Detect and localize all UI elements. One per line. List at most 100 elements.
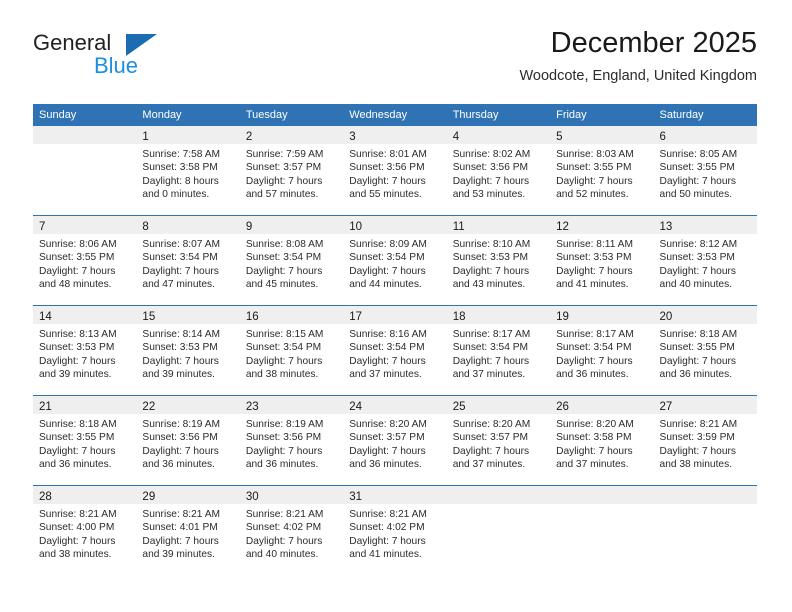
daylight-text-cont: and 37 minutes. bbox=[349, 369, 422, 381]
day-number-band: 10 bbox=[343, 216, 447, 234]
title-block: December 2025 Woodcote, England, United … bbox=[519, 26, 757, 86]
calendar-day-cell[interactable]: 24 Sunrise: 8:20 AM Sunset: 3:57 PM Dayligh… bbox=[343, 395, 447, 486]
day-details bbox=[447, 504, 550, 508]
daylight-text: Daylight: 7 hours bbox=[659, 355, 736, 367]
day-number: 17 bbox=[349, 311, 363, 323]
calendar-day-cell[interactable]: 28 Sunrise: 8:21 AM Sunset: 4:00 PM Dayligh… bbox=[33, 485, 137, 576]
daylight-text-cont: and 36 minutes. bbox=[245, 459, 319, 471]
sunrise-text: Sunrise: 8:01 AM bbox=[349, 149, 427, 160]
day-details: Sunrise: 8:21 AM Sunset: 4:01 PM Daylight:… bbox=[136, 504, 239, 562]
day-details: Sunrise: 8:14 AM Sunset: 3:53 PM Daylight:… bbox=[136, 324, 239, 382]
daylight-text: Daylight: 7 hours bbox=[39, 535, 116, 547]
calendar-day-cell[interactable]: 6 Sunrise: 8:05 AM Sunset: 3:55 PM Daylight… bbox=[653, 125, 757, 216]
calendar-day-cell[interactable]: 27 Sunrise: 8:21 AM Sunset: 3:59 PM Dayligh… bbox=[653, 395, 757, 486]
calendar-day-cell[interactable]: 3 Sunrise: 8:01 AM Sunset: 3:56 PM Daylight… bbox=[343, 125, 447, 216]
calendar-day-cell[interactable]: 9 Sunrise: 8:08 AM Sunset: 3:54 PM Daylight… bbox=[239, 215, 344, 306]
day-number: 9 bbox=[245, 221, 253, 233]
day-details: Sunrise: 8:19 AM Sunset: 3:56 PM Daylight:… bbox=[240, 414, 343, 472]
sunrise-text: Sunrise: 8:18 AM bbox=[659, 329, 738, 340]
brand-logo[interactable]: General Blue bbox=[33, 30, 213, 90]
day-details: Sunrise: 8:12 AM Sunset: 3:53 PM Daylight:… bbox=[654, 234, 757, 292]
sunset-text: Sunset: 3:53 PM bbox=[39, 342, 115, 354]
sunrise-text: Sunrise: 8:14 AM bbox=[142, 329, 221, 340]
calendar-day-cell[interactable]: 26 Sunrise: 8:20 AM Sunset: 3:58 PM Dayligh… bbox=[550, 395, 654, 486]
calendar-day-cell[interactable]: 17 Sunrise: 8:16 AM Sunset: 3:54 PM Dayligh… bbox=[343, 305, 447, 396]
day-number: 21 bbox=[39, 401, 52, 413]
day-details bbox=[550, 504, 653, 508]
sunrise-text: Sunrise: 8:19 AM bbox=[245, 419, 324, 430]
sunset-text: Sunset: 3:55 PM bbox=[556, 162, 632, 174]
day-number-band: 30 bbox=[239, 486, 344, 504]
calendar-body: 1 Sunrise: 7:58 AM Sunset: 3:58 PM Daylight… bbox=[33, 125, 757, 576]
daylight-text: Daylight: 7 hours bbox=[556, 175, 633, 187]
calendar-day-cell[interactable]: 18 Sunrise: 8:17 AM Sunset: 3:54 PM Dayligh… bbox=[446, 305, 551, 396]
calendar-day-cell[interactable]: 5 Sunrise: 8:03 AM Sunset: 3:55 PM Daylight… bbox=[550, 125, 654, 216]
day-number: 8 bbox=[142, 221, 149, 233]
daylight-text: Daylight: 7 hours bbox=[556, 265, 633, 277]
day-number: 19 bbox=[556, 311, 569, 323]
day-number-band: 18 bbox=[446, 306, 551, 324]
calendar-day-cell[interactable]: 19 Sunrise: 8:17 AM Sunset: 3:54 PM Dayligh… bbox=[550, 305, 654, 396]
day-number: 1 bbox=[142, 131, 149, 143]
daylight-text-cont: and 55 minutes. bbox=[349, 189, 422, 201]
calendar-day-cell[interactable]: 2 Sunrise: 7:59 AM Sunset: 3:57 PM Daylight… bbox=[239, 125, 344, 216]
day-number-band: 6 bbox=[653, 126, 757, 144]
daylight-text-cont: and 39 minutes. bbox=[142, 549, 215, 561]
calendar-day-cell[interactable]: 21 Sunrise: 8:18 AM Sunset: 3:55 PM Dayligh… bbox=[33, 395, 137, 486]
calendar-day-cell[interactable]: 13 Sunrise: 8:12 AM Sunset: 3:53 PM Dayligh… bbox=[653, 215, 757, 306]
calendar-day-cell[interactable]: 1 Sunrise: 7:58 AM Sunset: 3:58 PM Daylight… bbox=[136, 125, 240, 216]
calendar-day-cell[interactable]: 4 Sunrise: 8:02 AM Sunset: 3:56 PM Daylight… bbox=[446, 125, 551, 216]
calendar-day-cell[interactable]: 30 Sunrise: 8:21 AM Sunset: 4:02 PM Dayligh… bbox=[239, 485, 344, 576]
daylight-text: Daylight: 7 hours bbox=[349, 445, 426, 457]
day-number-band: 27 bbox=[653, 396, 757, 414]
daylight-text: Daylight: 7 hours bbox=[245, 175, 323, 187]
day-details: Sunrise: 8:18 AM Sunset: 3:55 PM Daylight:… bbox=[654, 324, 757, 382]
daylight-text: Daylight: 7 hours bbox=[245, 535, 323, 547]
calendar-day-cell[interactable]: 16 Sunrise: 8:15 AM Sunset: 3:54 PM Dayligh… bbox=[239, 305, 344, 396]
daylight-text: Daylight: 7 hours bbox=[659, 265, 736, 277]
daylight-text-cont: and 45 minutes. bbox=[245, 279, 319, 291]
daylight-text-cont: and 50 minutes. bbox=[659, 189, 733, 201]
daylight-text: Daylight: 7 hours bbox=[349, 535, 426, 547]
daylight-text: Daylight: 7 hours bbox=[142, 355, 219, 367]
day-details: Sunrise: 7:58 AM Sunset: 3:58 PM Daylight:… bbox=[136, 144, 239, 202]
calendar-day-cell[interactable]: 7 Sunrise: 8:06 AM Sunset: 3:55 PM Daylight… bbox=[33, 215, 137, 306]
daylight-text: Daylight: 7 hours bbox=[142, 265, 219, 277]
day-number: 6 bbox=[659, 131, 666, 143]
calendar-day-cell[interactable]: 29 Sunrise: 8:21 AM Sunset: 4:01 PM Dayligh… bbox=[136, 485, 240, 576]
calendar-day-cell[interactable]: 23 Sunrise: 8:19 AM Sunset: 3:56 PM Dayligh… bbox=[239, 395, 344, 486]
sunrise-text: Sunrise: 8:11 AM bbox=[556, 239, 633, 250]
calendar-week-row: 14 Sunrise: 8:13 AM Sunset: 3:53 PM Dayligh… bbox=[33, 305, 757, 396]
day-number-band: 1 bbox=[136, 126, 240, 144]
day-details: Sunrise: 8:20 AM Sunset: 3:58 PM Daylight:… bbox=[550, 414, 653, 472]
calendar-day-cell[interactable]: 8 Sunrise: 8:07 AM Sunset: 3:54 PM Daylight… bbox=[136, 215, 240, 306]
daylight-text-cont: and 40 minutes. bbox=[659, 279, 733, 291]
day-details: Sunrise: 8:17 AM Sunset: 3:54 PM Daylight:… bbox=[550, 324, 653, 382]
sunrise-text: Sunrise: 8:15 AM bbox=[245, 329, 324, 340]
calendar-day-cell[interactable]: 22 Sunrise: 8:19 AM Sunset: 3:56 PM Dayligh… bbox=[136, 395, 240, 486]
day-number: 28 bbox=[39, 491, 52, 503]
calendar-day-cell[interactable]: 25 Sunrise: 8:20 AM Sunset: 3:57 PM Dayligh… bbox=[446, 395, 551, 486]
calendar-day-cell[interactable]: 10 Sunrise: 8:09 AM Sunset: 3:54 PM Dayligh… bbox=[343, 215, 447, 306]
weekday-header-sunday: Sunday bbox=[33, 104, 137, 126]
calendar-day-cell[interactable]: 15 Sunrise: 8:14 AM Sunset: 3:53 PM Dayligh… bbox=[136, 305, 240, 396]
daylight-text-cont: and 38 minutes. bbox=[245, 369, 319, 381]
day-number-band bbox=[550, 486, 654, 504]
daylight-text-cont: and 37 minutes. bbox=[452, 459, 526, 471]
calendar-day-cell[interactable]: 11 Sunrise: 8:10 AM Sunset: 3:53 PM Dayligh… bbox=[446, 215, 551, 306]
calendar-day-cell[interactable]: 14 Sunrise: 8:13 AM Sunset: 3:53 PM Dayligh… bbox=[33, 305, 137, 396]
day-number: 27 bbox=[659, 401, 673, 413]
calendar-day-cell[interactable]: 20 Sunrise: 8:18 AM Sunset: 3:55 PM Dayligh… bbox=[653, 305, 757, 396]
day-number: 11 bbox=[452, 221, 465, 233]
calendar-day-cell[interactable]: 31 Sunrise: 8:21 AM Sunset: 4:02 PM Dayligh… bbox=[343, 485, 447, 576]
calendar-day-cell[interactable]: 12 Sunrise: 8:11 AM Sunset: 3:53 PM Dayligh… bbox=[550, 215, 654, 306]
sunset-text: Sunset: 3:56 PM bbox=[349, 162, 425, 174]
sunset-text: Sunset: 3:53 PM bbox=[659, 252, 735, 264]
day-number: 4 bbox=[452, 131, 460, 143]
daylight-text: Daylight: 7 hours bbox=[452, 445, 530, 457]
sunset-text: Sunset: 3:53 PM bbox=[556, 252, 632, 264]
day-number: 15 bbox=[142, 311, 156, 323]
sunrise-text: Sunrise: 8:20 AM bbox=[452, 419, 531, 430]
day-details: Sunrise: 8:15 AM Sunset: 3:54 PM Daylight:… bbox=[240, 324, 343, 382]
day-number-band: 22 bbox=[136, 396, 240, 414]
